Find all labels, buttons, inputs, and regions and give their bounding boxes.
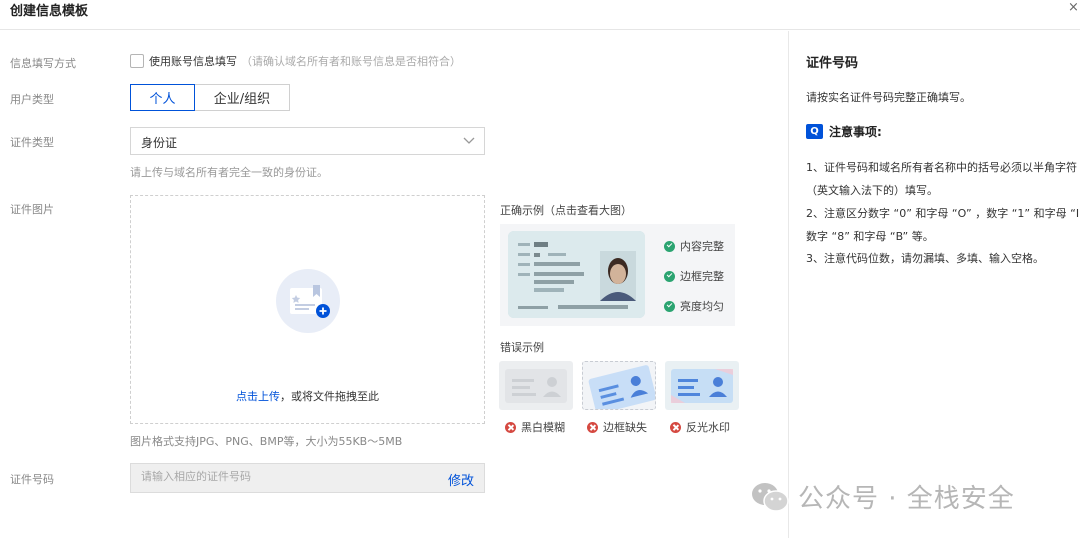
cropped-card-icon: [588, 365, 655, 409]
user-type-enterprise-button[interactable]: 企业/组织: [195, 84, 290, 111]
use-account-info-checkbox[interactable]: 使用账号信息填写 （请确认域名所有者和账号信息是否相符合）: [130, 53, 461, 69]
doc-number-field: 修改: [130, 463, 485, 493]
doc-number-label: 证件号码: [10, 473, 54, 486]
format-hint: 图片格式支持JPG、PNG、BMP等，大小为55KB～5MB: [130, 435, 403, 448]
error-label-text: 边框缺失: [603, 421, 647, 434]
check-circle-icon: [664, 300, 675, 312]
notice-line: （英文输入法下的）填写。: [806, 184, 938, 197]
check-item-label: 亮度均匀: [680, 300, 724, 313]
notice-heading: Q 注意事项:: [806, 123, 882, 140]
check-item-border: 边框完整: [664, 268, 724, 284]
notice-line: 3、注意代码位数，请勿漏填、多填、输入空格。: [806, 252, 1044, 265]
checkbox-hint: （请确认域名所有者和账号信息是否相符合）: [241, 55, 461, 68]
id-card-sample-image: [508, 231, 645, 318]
checkbox-label: 使用账号信息填写: [149, 55, 237, 68]
error-label-blurry: 黑白模糊: [505, 419, 565, 435]
doc-type-hint: 请上传与域名所有者完全一致的身份证。: [130, 166, 328, 179]
wechat-icon: [752, 482, 789, 512]
question-icon: Q: [806, 124, 823, 139]
check-item-brightness: 亮度均匀: [664, 298, 724, 314]
user-type-individual-button[interactable]: 个人: [130, 84, 195, 111]
notice-line: 1、证件号码和域名所有者名称中的括号必须以半角字符: [806, 161, 1077, 174]
doc-number-input[interactable]: [141, 470, 421, 483]
correct-example-title: 正确示例（点击查看大图）: [500, 204, 632, 217]
upload-dropzone[interactable]: 点击上传，或将文件拖拽至此: [130, 195, 485, 424]
doc-type-select[interactable]: 身份证: [130, 127, 485, 155]
notice-title: 注意事项:: [829, 125, 882, 139]
error-circle-icon: [587, 421, 598, 433]
error-label-glare: 反光水印: [670, 419, 730, 435]
help-panel-title: 证件号码: [806, 56, 859, 71]
user-type-segmented: 个人 企业/组织: [130, 84, 290, 111]
error-label-text: 黑白模糊: [521, 421, 565, 434]
watermark: 公众号 · 全栈安全: [750, 478, 1015, 515]
upload-drag-text: ，或将文件拖拽至此: [280, 390, 379, 403]
dialog-header: 创建信息模板 ×: [0, 0, 1080, 30]
panel-divider: [788, 31, 789, 538]
close-icon[interactable]: ×: [1068, 0, 1080, 18]
upload-icon: [276, 269, 340, 333]
checkbox-box[interactable]: [130, 54, 144, 68]
check-circle-icon: [664, 240, 675, 252]
dialog-title: 创建信息模板: [10, 4, 89, 19]
correct-example[interactable]: 内容完整 边框完整 亮度均匀: [500, 224, 735, 326]
notice-line: 数字 “8” 和字母 “B” 等。: [806, 230, 934, 243]
error-circle-icon: [505, 421, 516, 433]
error-example-glare[interactable]: [665, 361, 739, 410]
error-circle-icon: [670, 421, 681, 433]
chevron-down-icon: [463, 137, 475, 144]
error-label-cropped: 边框缺失: [587, 419, 647, 435]
blurry-card-icon: [505, 369, 567, 403]
notice-line: 2、注意区分数字 “0” 和字母 “O” ，数字 “1” 和字母 “I”、: [806, 207, 1080, 220]
error-label-text: 反光水印: [686, 421, 730, 434]
check-item-label: 内容完整: [680, 240, 724, 253]
error-example-blurry[interactable]: [499, 361, 573, 410]
watermark-text: 公众号 · 全栈安全: [798, 484, 1015, 514]
user-type-label: 用户类型: [10, 93, 54, 106]
help-panel-desc: 请按实名证件号码完整正确填写。: [806, 91, 971, 104]
check-circle-icon: [664, 270, 675, 282]
edit-button[interactable]: 修改: [448, 470, 474, 489]
check-item-content: 内容完整: [664, 238, 724, 254]
error-example-title: 错误示例: [500, 341, 544, 354]
upload-link[interactable]: 点击上传: [236, 390, 280, 403]
error-example-cropped[interactable]: [582, 361, 656, 410]
doc-image-label: 证件图片: [10, 203, 54, 216]
fill-method-label: 信息填写方式: [10, 57, 76, 70]
doc-type-value: 身份证: [141, 136, 178, 150]
upload-text: 点击上传，或将文件拖拽至此: [131, 388, 484, 404]
check-item-label: 边框完整: [680, 270, 724, 283]
doc-type-label: 证件类型: [10, 136, 54, 149]
glare-card-icon: [671, 369, 733, 403]
